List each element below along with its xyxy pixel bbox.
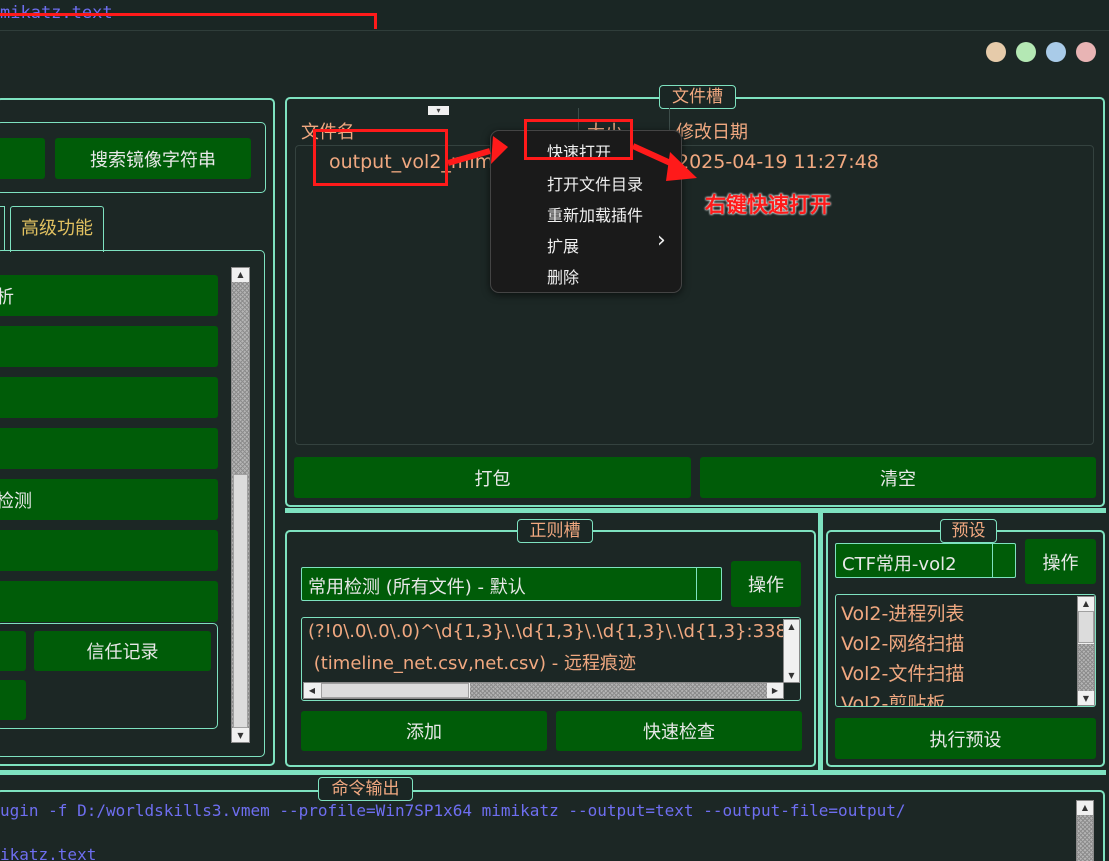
regex-line-2: (timeline_net.csv,net.csv) - 远程痕迹 [308, 653, 636, 674]
command-scroll-up-icon[interactable]: ▲ [1077, 801, 1093, 814]
preset-select-value: CTF常用-vol2 [842, 554, 957, 575]
regex-slot-title: 正则槽 [517, 519, 593, 543]
regex-line-1: (?!0\.0\.0\.0)^\d{1,3}\.\d{1,3}\.\d{1,3}… [308, 621, 801, 642]
regex-hscroll-thumb[interactable] [321, 683, 469, 698]
regex-scroll-up-icon[interactable]: ▲ [784, 620, 799, 633]
regex-action-button[interactable]: 操作 [731, 561, 801, 607]
separator-bottom [0, 770, 1106, 775]
preset-scrollbar[interactable]: ▲ ▼ [1077, 596, 1095, 706]
regex-vscroll-track [784, 634, 799, 669]
preset-scroll-up-icon[interactable]: ▲ [1078, 597, 1094, 610]
regex-select[interactable]: 常用检测 (所有文件) - 默认 [301, 567, 722, 601]
regex-quick-check-button[interactable]: 快速检查 [556, 711, 802, 751]
preset-item-2[interactable]: Vol2-网络扫描 [841, 629, 964, 656]
regex-add-button[interactable]: 添加 [301, 711, 547, 751]
preset-scroll-thumb[interactable] [1078, 611, 1094, 643]
preset-scroll-track [1078, 644, 1094, 691]
separator-vertical [818, 513, 823, 770]
regex-vscrollbar[interactable]: ▲ ▼ [783, 619, 800, 683]
preset-item-4[interactable]: Vol2-剪贴板 [841, 689, 945, 706]
regex-select-value: 常用检测 (所有文件) - 默认 [308, 577, 526, 598]
regex-scroll-right-icon[interactable]: ▶ [767, 683, 783, 698]
arrow-head-left [491, 136, 508, 164]
arrow-line-left [447, 148, 491, 166]
preset-action-button[interactable]: 操作 [1025, 539, 1096, 584]
regex-hscrollbar[interactable]: ◀ ▶ [303, 682, 784, 699]
regex-scroll-down-icon[interactable]: ▼ [784, 669, 799, 682]
regex-select-divider [696, 568, 697, 600]
command-scroll-track [1077, 815, 1093, 861]
arrow-head-right [666, 152, 697, 181]
preset-scroll-down-icon[interactable]: ▼ [1078, 692, 1094, 705]
preset-item-3[interactable]: Vol2-文件扫描 [841, 659, 964, 686]
separator-horizontal [285, 508, 1106, 513]
preset-item-1[interactable]: Vol2-进程列表 [841, 599, 964, 626]
preset-title: 预设 [940, 519, 997, 543]
command-output-text[interactable]: ugin -f D:/worldskills3.vmem --profile=W… [0, 798, 1070, 861]
run-preset-button[interactable]: 执行预设 [835, 718, 1096, 759]
regex-scroll-left-icon[interactable]: ◀ [304, 683, 320, 698]
preset-list[interactable]: Vol2-进程列表 Vol2-网络扫描 Vol2-文件扫描 Vol2-剪贴板 ▲… [835, 594, 1096, 707]
command-line-3: ikatz.text [0, 845, 97, 861]
preset-select-divider [992, 544, 993, 577]
command-line-1: ugin -f D:/worldskills3.vmem --profile=W… [0, 801, 906, 820]
regex-hscroll-track [470, 683, 767, 698]
command-output-scrollbar[interactable]: ▲ [1076, 800, 1094, 861]
preset-select[interactable]: CTF常用-vol2 [835, 543, 1016, 578]
regex-text-area[interactable]: (?!0\.0\.0\.0)^\d{1,3}\.\d{1,3}\.\d{1,3}… [301, 617, 801, 701]
annotation-text: 右键快速打开 [705, 193, 831, 217]
